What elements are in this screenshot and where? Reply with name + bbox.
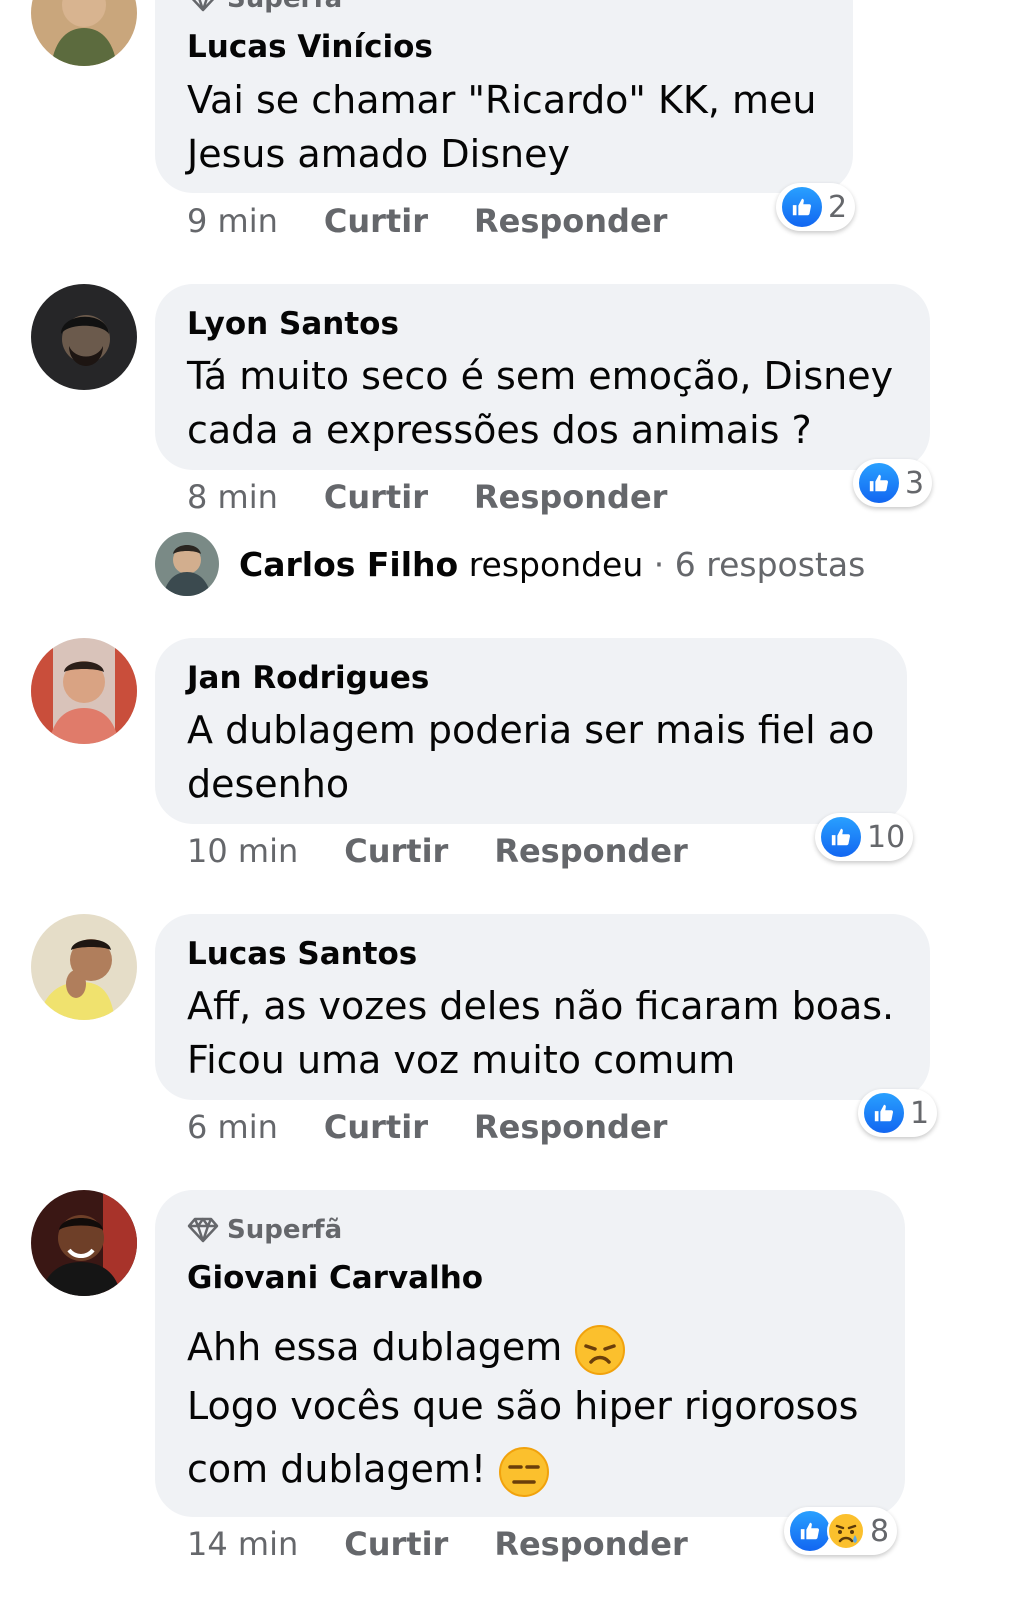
reaction-summary[interactable]: 2 [776,183,856,231]
like-action[interactable]: Curtir [324,478,428,516]
like-action[interactable]: Curtir [324,1108,428,1146]
comment-text-line: Logo vocês que são hiper rigorosos [187,1384,859,1428]
like-icon [819,815,863,859]
comment-actions: 14 min Curtir Responder [187,1525,734,1563]
comment-author[interactable]: Lyon Santos [187,306,399,342]
reaction-count: 3 [905,465,925,501]
reply-action[interactable]: Responder [474,478,667,516]
reaction-summary[interactable]: 1 [858,1089,938,1137]
badge-label: Superfã [227,1215,343,1245]
comment-bubble: Lyon Santos Tá muito seco é sem emoção, … [155,284,930,470]
reaction-summary[interactable]: 10 [815,813,914,861]
reply-author: Carlos Filho [239,544,459,584]
reaction-summary[interactable]: 3 [853,459,933,507]
avatar[interactable] [31,284,137,390]
diamond-icon [187,0,219,13]
like-action[interactable]: Curtir [344,832,448,870]
comment-author[interactable]: Lucas Vinícios [187,29,433,65]
comment-time[interactable]: 14 min [187,1525,298,1563]
reply-action[interactable]: Responder [494,1525,687,1563]
reply-verb: respondeu [468,544,644,584]
avatar[interactable] [31,638,137,744]
comment-actions: 8 min Curtir Responder [187,478,713,516]
avatar[interactable] [31,1190,137,1296]
badge-label: Superfã [227,0,342,14]
comment-time[interactable]: 8 min [187,478,278,516]
comment-author[interactable]: Jan Rodrigues [187,660,429,696]
avatar [155,532,219,596]
comment-text-line: Jesus amado Disney [187,132,570,176]
sad-reaction-icon [827,1512,865,1550]
comment-actions: 10 min Curtir Responder [187,832,734,870]
comment-text-line: cada a expressões dos animais ? [187,408,812,452]
comment-text-line: com dublagem! [187,1437,550,1501]
comment-actions: 9 min Curtir Responder [187,202,713,240]
comment-text-segment: com dublagem! [187,1447,487,1491]
diamond-icon [187,1216,219,1244]
like-icon [862,1091,906,1135]
like-icon [780,185,824,229]
avatar[interactable] [31,0,137,66]
comment-time[interactable]: 6 min [187,1108,278,1146]
comment-author[interactable]: Lucas Santos [187,936,417,972]
reaction-count: 8 [870,1513,890,1549]
reply-count: · 6 respostas [653,544,866,584]
comment-text-line: Tá muito seco é sem emoção, Disney [187,354,894,398]
reply-action[interactable]: Responder [494,832,687,870]
comment-text-line: Ficou uma voz muito comum [187,1038,736,1082]
reaction-count: 10 [867,819,906,855]
reply-action[interactable]: Responder [474,202,667,240]
comment-author[interactable]: Giovani Carvalho [187,1260,483,1296]
comment-bubble: Superfã Lucas Vinícios Vai se chamar "Ri… [155,0,853,193]
like-icon [857,461,901,505]
comment-bubble: Jan Rodrigues A dublagem poderia ser mai… [155,638,907,824]
comment-time[interactable]: 9 min [187,202,278,240]
comment-text-line: desenho [187,762,350,806]
like-action[interactable]: Curtir [324,202,428,240]
comment-actions: 6 min Curtir Responder [187,1108,713,1146]
disappointed-face-icon [575,1324,626,1375]
superfan-badge: Superfã [187,0,342,14]
comment-text-line: A dublagem poderia ser mais fiel ao [187,708,875,752]
reaction-count: 1 [910,1095,930,1131]
view-replies-link[interactable]: Carlos Filho respondeu · 6 respostas [155,532,865,596]
avatar[interactable] [31,914,137,1020]
reaction-count: 2 [828,189,848,225]
reply-action[interactable]: Responder [474,1108,667,1146]
comment-time[interactable]: 10 min [187,832,298,870]
comment-text-segment: Ahh essa dublagem [187,1325,563,1369]
superfan-badge: Superfã [187,1215,342,1245]
expressionless-face-icon [499,1446,550,1497]
comment-bubble: Superfã Giovani Carvalho Ahh essa dublag… [155,1190,905,1517]
comment-text-line: Aff, as vozes deles não ficaram boas. [187,984,895,1028]
reaction-summary[interactable]: 8 [784,1507,898,1555]
comment-bubble: Lucas Santos Aff, as vozes deles não fic… [155,914,930,1100]
comment-text-line: Ahh essa dublagem [187,1315,626,1379]
like-action[interactable]: Curtir [344,1525,448,1563]
comment-text-line: Vai se chamar "Ricardo" KK, meu [187,78,817,122]
